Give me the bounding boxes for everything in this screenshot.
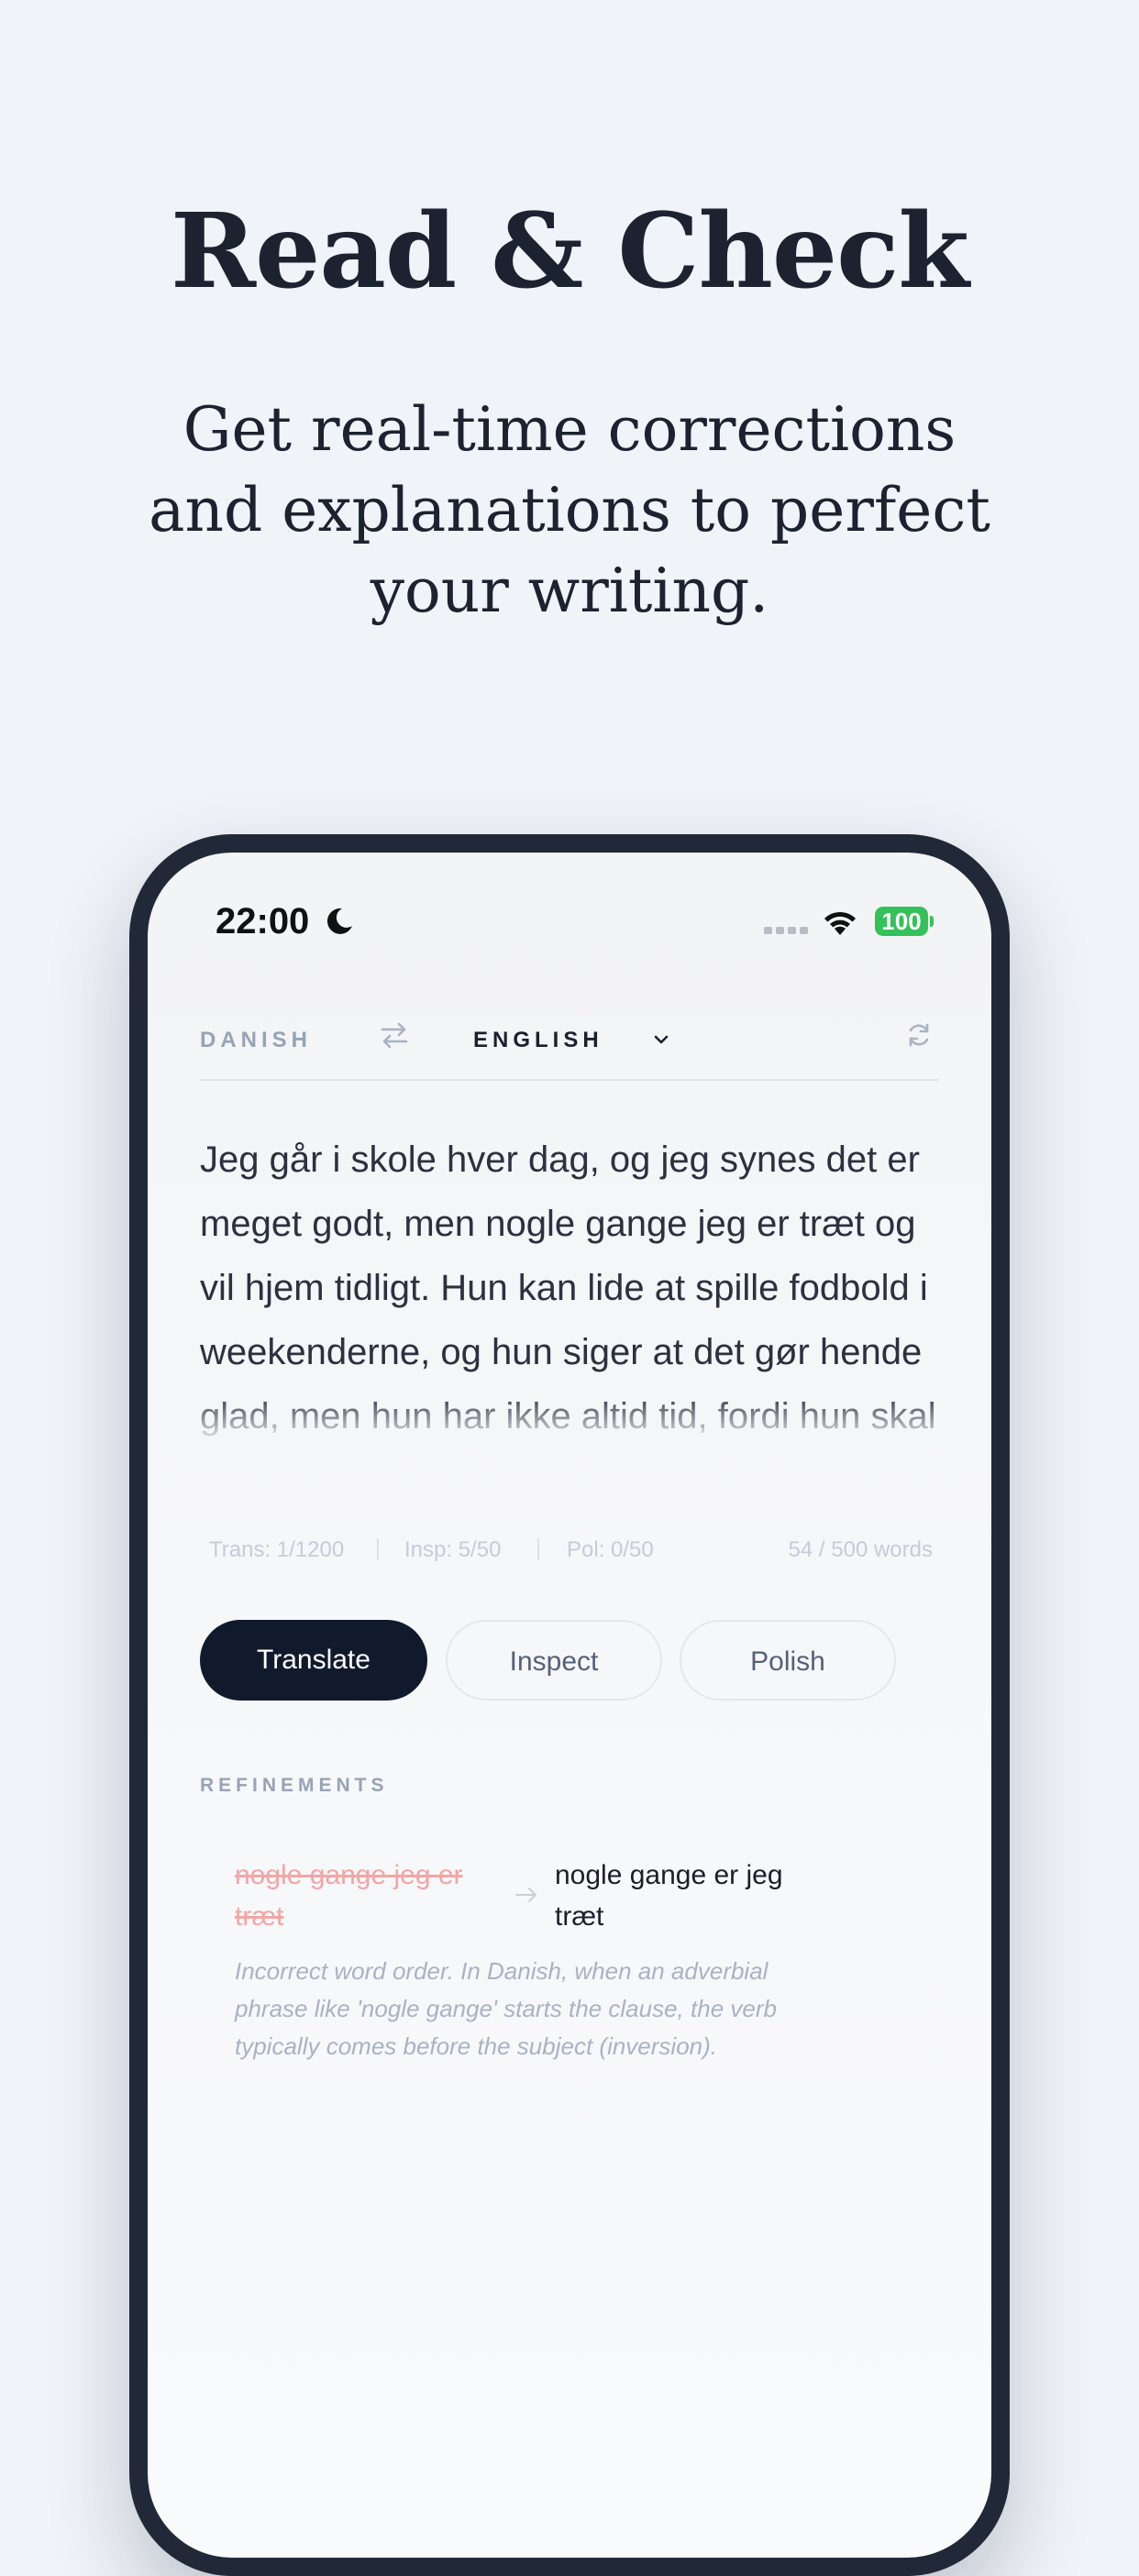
hero-subtitle: Get real-time corrections and explanatio… bbox=[149, 394, 990, 626]
refinement-original: nogle gange jeg er træt bbox=[235, 1860, 463, 1932]
refinement-explanation: Incorrect word order. In Danish, when an… bbox=[235, 1957, 777, 2060]
battery-cap bbox=[930, 916, 934, 927]
translate-usage: Trans: 1/1200 bbox=[209, 1537, 345, 1562]
moon-icon bbox=[326, 908, 352, 934]
input-textarea[interactable]: Jeg går i skole hver dag, og jeg synes d… bbox=[200, 1128, 939, 1439]
input-fade bbox=[200, 1393, 939, 1441]
swap-icon[interactable] bbox=[379, 1019, 410, 1051]
word-count: 54 / 500 words bbox=[788, 1537, 933, 1562]
translate-button[interactable]: Translate bbox=[200, 1620, 427, 1701]
divider bbox=[200, 1079, 939, 1081]
status-time: 22:00 bbox=[216, 901, 310, 941]
inspect-usage: Insp: 5/50 bbox=[404, 1537, 502, 1562]
refresh-icon[interactable] bbox=[904, 1020, 934, 1050]
wifi-icon bbox=[824, 911, 856, 935]
target-language-dropdown[interactable]: ENGLISH bbox=[473, 1027, 603, 1054]
polish-button[interactable]: Polish bbox=[680, 1620, 896, 1701]
chevron-down-icon[interactable] bbox=[652, 1032, 670, 1047]
phone-screen: 22:00 100 DANISH ENGLISH Jeg går i skole… bbox=[148, 853, 991, 2558]
battery-icon: 100 bbox=[875, 907, 928, 936]
usage-divider bbox=[377, 1538, 379, 1560]
polish-usage: Pol: 0/50 bbox=[567, 1537, 654, 1562]
hero-title: Read & Check bbox=[171, 192, 969, 312]
signal-icon bbox=[764, 927, 808, 934]
refinement-corrected: nogle gange er jeg træt bbox=[555, 1860, 783, 1932]
source-language-button[interactable]: DANISH bbox=[200, 1027, 312, 1054]
refinements-heading: REFINEMENTS bbox=[200, 1775, 389, 1796]
inspect-button[interactable]: Inspect bbox=[446, 1620, 662, 1701]
usage-divider bbox=[537, 1538, 539, 1560]
arrow-right-icon bbox=[515, 1888, 536, 1902]
phone-frame: 22:00 100 DANISH ENGLISH Jeg går i skole… bbox=[129, 834, 1010, 2576]
